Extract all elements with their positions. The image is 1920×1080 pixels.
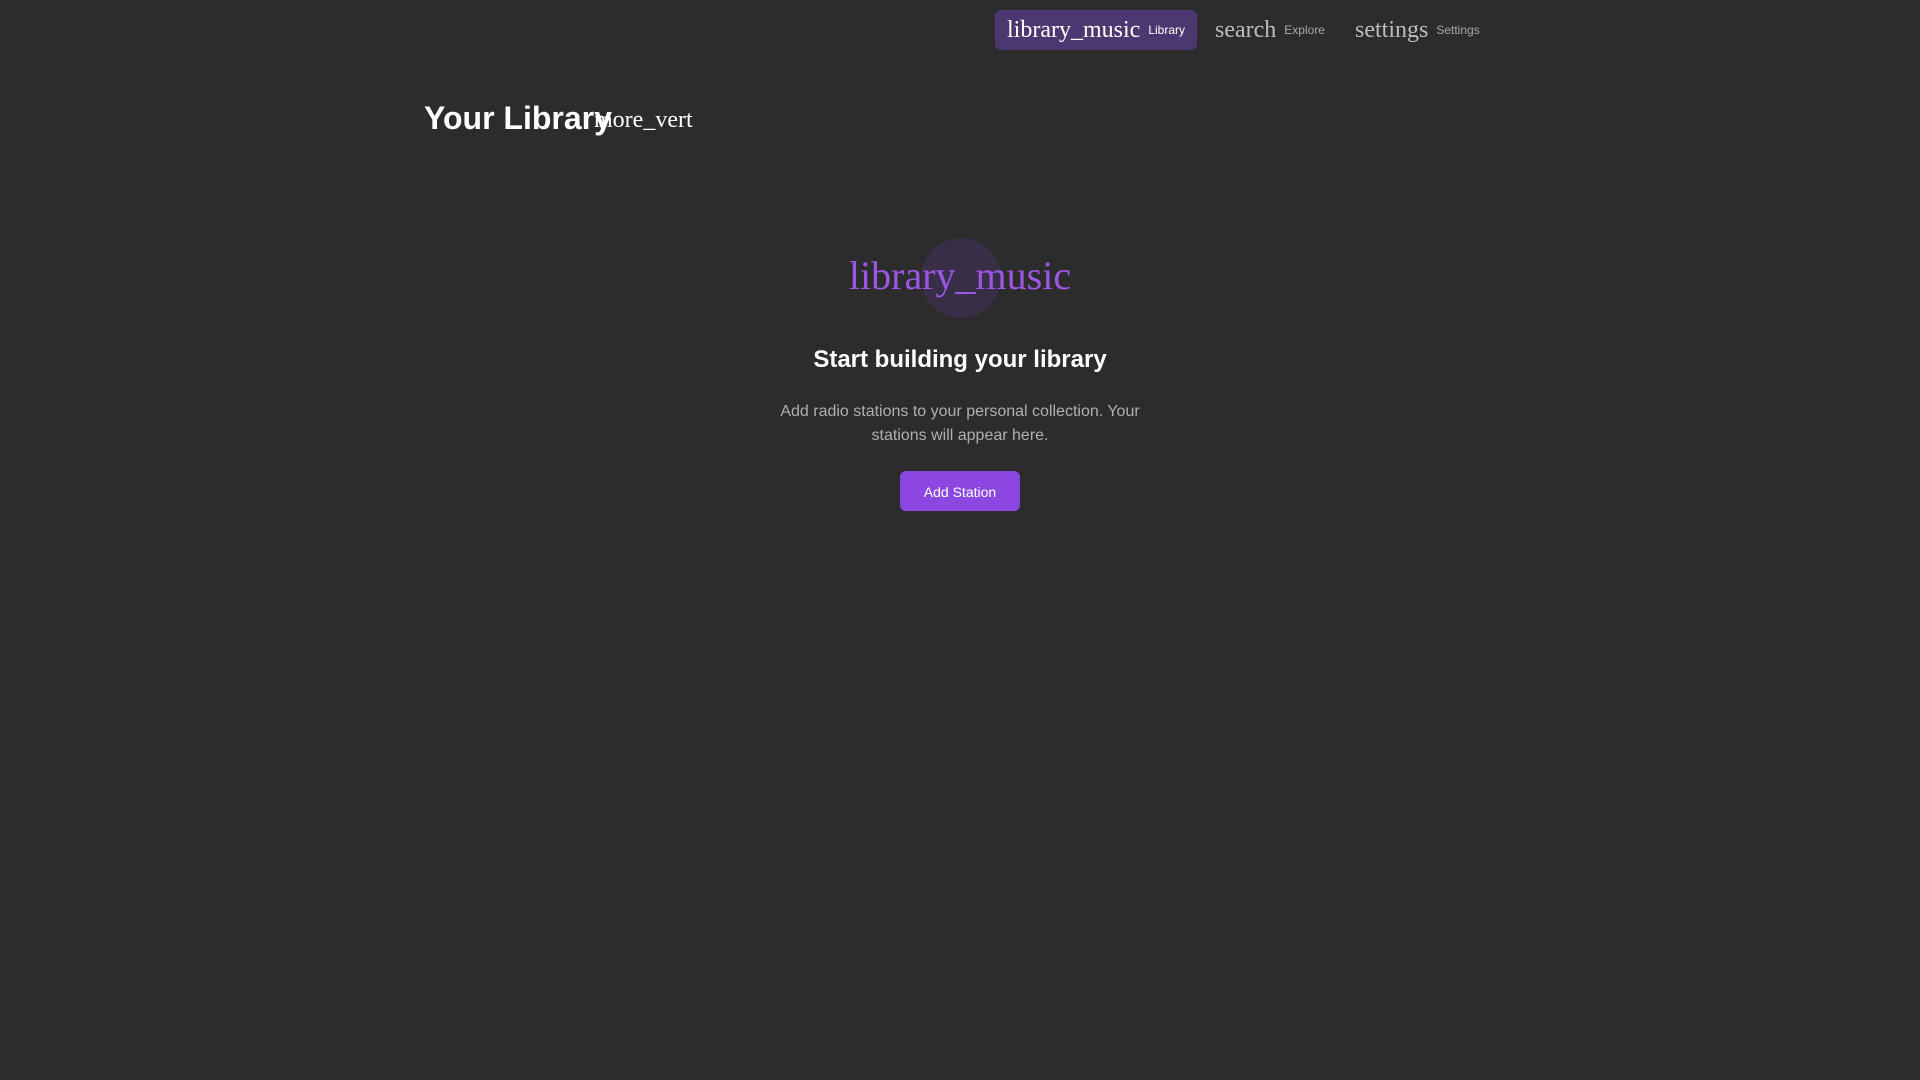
nav-item-label: Settings: [1436, 23, 1480, 37]
nav-item-explore[interactable]: search Explore: [1203, 10, 1337, 50]
nav-item-library[interactable]: library_music Library: [995, 10, 1197, 50]
library-music-icon: library_music: [1007, 17, 1141, 43]
settings-icon: settings: [1354, 17, 1429, 43]
nav-item-settings[interactable]: settings Settings: [1343, 10, 1492, 50]
page-title: Your Library: [424, 100, 612, 136]
add-station-button[interactable]: Add Station: [900, 471, 1020, 511]
top-navigation: library_music Library search Explore set…: [995, 10, 1492, 50]
empty-state: library_music Start building your librar…: [660, 236, 1260, 511]
empty-state-icon-wrap: library_music: [660, 236, 1260, 320]
nav-item-label: Library: [1148, 23, 1185, 37]
search-icon: search: [1215, 17, 1277, 43]
nav-item-label: Explore: [1284, 23, 1325, 37]
more-vert-icon[interactable]: more_vert: [594, 98, 693, 142]
library-music-icon: library_music: [848, 253, 1072, 298]
empty-state-title: Start building your library: [813, 346, 1107, 373]
empty-state-description: Add radio stations to your personal coll…: [780, 403, 1140, 444]
